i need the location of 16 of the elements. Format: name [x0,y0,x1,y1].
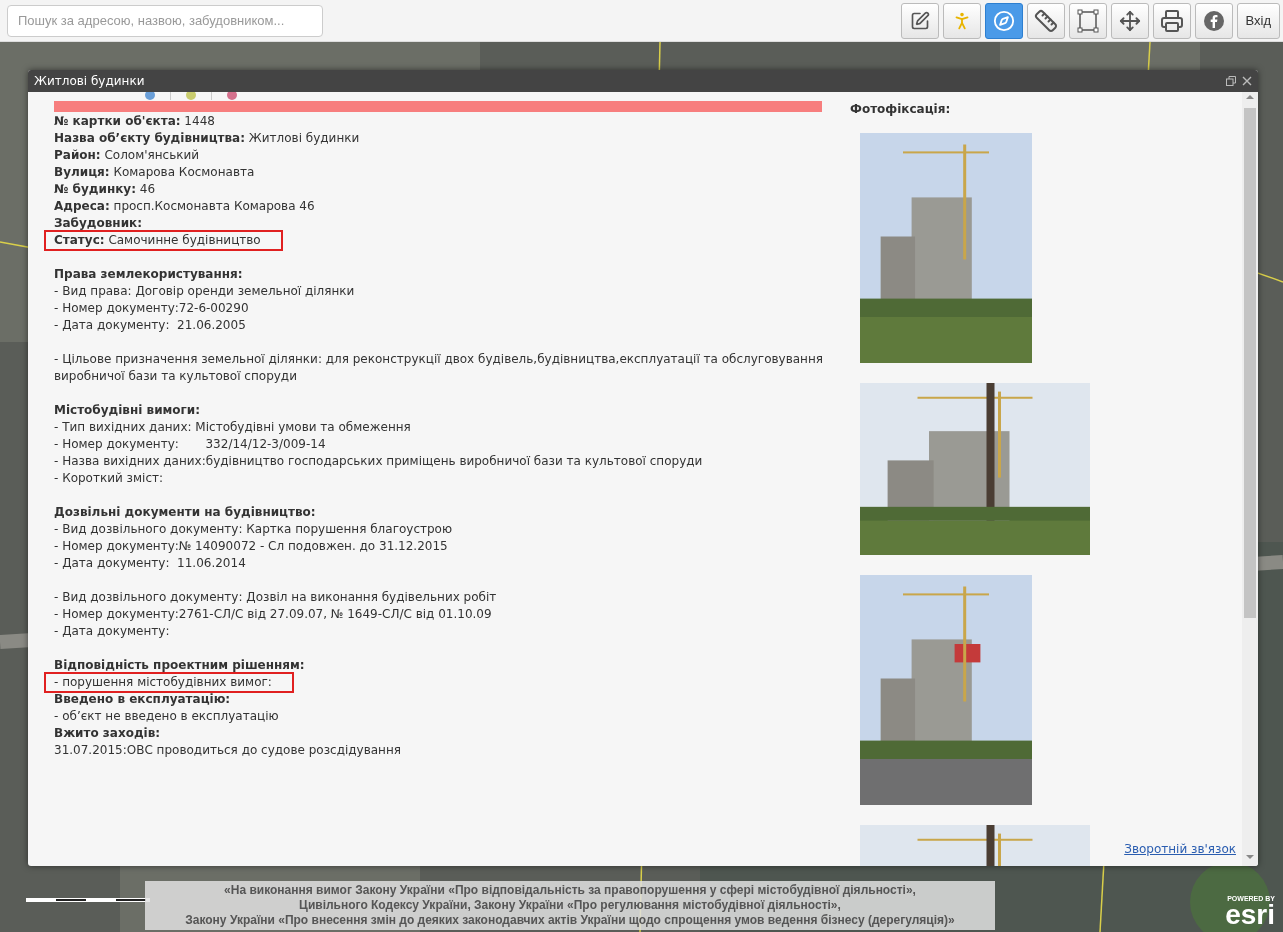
login-button[interactable]: Вхід [1236,2,1280,39]
search-field[interactable]: Пошук за адресою, назвою, забудовником... [7,4,323,37]
area-measure-icon [1074,8,1101,33]
toolbar-button[interactable] [1194,2,1233,39]
move-icon [1118,9,1141,32]
toolbar-button[interactable] [1068,2,1107,39]
toolbar-button[interactable] [1110,2,1149,39]
toolbar-button[interactable] [1026,2,1065,39]
facebook-icon [1202,9,1225,32]
print-icon [1159,8,1184,33]
ruler-icon [1033,8,1058,33]
toolbar-button[interactable] [900,2,939,39]
edit-icon [909,10,930,31]
toolbar-button[interactable] [1152,2,1191,39]
compass-icon [992,9,1015,32]
toolbar-button[interactable] [984,2,1023,39]
